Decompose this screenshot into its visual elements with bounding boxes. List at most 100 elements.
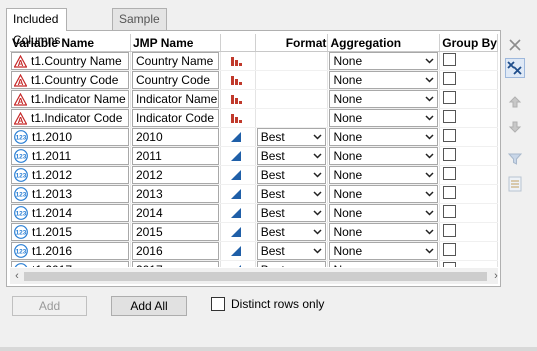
variable-name-cell[interactable]: 123 t1.2010 (11, 128, 129, 146)
group-by-checkbox[interactable] (443, 72, 457, 85)
aggregation-select[interactable]: None (329, 223, 439, 241)
aggregation-select[interactable]: None (329, 71, 439, 89)
format-select[interactable]: Best (256, 185, 327, 203)
table-row[interactable]: 123 t1.2013 2013 Best None (10, 184, 498, 204)
jmp-name-input[interactable]: 2013 (131, 185, 219, 203)
variable-name-cell[interactable]: 123 t1.2014 (11, 204, 129, 222)
horizontal-scrollbar[interactable]: ‹ › (10, 268, 498, 284)
table-row[interactable]: 123 t1.2016 2016 Best None (10, 241, 498, 261)
group-by-checkbox[interactable] (443, 167, 457, 180)
properties-icon[interactable] (505, 174, 525, 194)
continuous-icon[interactable] (221, 186, 254, 203)
continuous-icon[interactable] (221, 167, 254, 184)
variable-name-cell[interactable]: 123t1.2017 (11, 261, 129, 267)
group-by-checkbox[interactable] (443, 205, 457, 218)
aggregation-select[interactable]: None (329, 261, 439, 267)
jmp-name-input[interactable]: 2011 (131, 147, 219, 165)
format-select[interactable]: Best (256, 223, 327, 241)
scroll-right-icon[interactable]: › (490, 269, 502, 283)
table-row[interactable]: At1.Country Code Country Code None (10, 70, 498, 90)
variable-name-cell[interactable]: 123 t1.2015 (11, 223, 129, 241)
format-select[interactable]: Best (256, 242, 327, 260)
add-button[interactable]: Add (12, 296, 87, 316)
group-by-checkbox[interactable] (443, 53, 457, 66)
header-jmp-name[interactable]: JMP Name (130, 34, 221, 52)
tab-sample[interactable]: Sample (112, 8, 167, 30)
scroll-left-icon[interactable]: ‹ (11, 269, 23, 283)
jmp-name-input[interactable]: 2016 (131, 242, 219, 260)
move-up-icon[interactable] (505, 92, 525, 112)
jmp-name-input[interactable]: 2012 (131, 166, 219, 184)
jmp-name-input[interactable]: Country Code (131, 71, 219, 89)
nominal-icon[interactable] (221, 110, 254, 127)
filter-icon[interactable] (505, 149, 525, 169)
nominal-icon[interactable] (221, 91, 254, 108)
group-by-checkbox[interactable] (443, 148, 457, 161)
format-select[interactable]: Best (256, 261, 327, 267)
jmp-name-input[interactable]: 2015 (131, 223, 219, 241)
format-select[interactable]: Best (256, 147, 327, 165)
jmp-name-input[interactable]: 2014 (131, 204, 219, 222)
header-aggregation[interactable]: Aggregation (327, 34, 441, 52)
variable-name-cell[interactable]: 123 t1.2011 (11, 147, 129, 165)
aggregation-select[interactable]: None (329, 90, 439, 108)
move-down-icon[interactable] (505, 117, 525, 137)
aggregation-select[interactable]: None (329, 204, 439, 222)
group-by-checkbox[interactable] (443, 110, 457, 123)
continuous-icon[interactable] (221, 262, 254, 267)
table-row[interactable]: 123t1.2017 2017 Best None (10, 260, 498, 267)
table-row[interactable]: 123 t1.2010 2010 Best None (10, 127, 498, 147)
continuous-icon[interactable] (221, 148, 254, 165)
group-by-checkbox[interactable] (443, 243, 457, 256)
group-by-checkbox[interactable] (443, 262, 457, 267)
table-row[interactable]: 123 t1.2011 2011 Best None (10, 146, 498, 166)
nominal-icon[interactable] (221, 72, 254, 89)
distinct-rows-option[interactable]: Distinct rows only (211, 297, 324, 311)
continuous-icon[interactable] (221, 205, 254, 222)
jmp-name-input[interactable]: Indicator Code (131, 109, 219, 127)
jmp-name-input[interactable]: 2017 (131, 261, 219, 267)
distinct-rows-checkbox[interactable] (211, 297, 225, 311)
aggregation-select[interactable]: None (329, 147, 439, 165)
continuous-icon[interactable] (221, 224, 254, 241)
remove-all-icon[interactable] (505, 58, 525, 78)
table-row[interactable]: 123 t1.2012 2012 Best None (10, 165, 498, 185)
continuous-icon[interactable] (221, 129, 254, 146)
nominal-icon[interactable] (221, 53, 254, 70)
format-select[interactable]: Best (256, 166, 327, 184)
format-select[interactable]: Best (256, 128, 327, 146)
aggregation-select[interactable]: None (329, 109, 439, 127)
variable-name-cell[interactable]: At1.Indicator Code (11, 109, 129, 127)
group-by-checkbox[interactable] (443, 129, 457, 142)
table-row[interactable]: 123 t1.2014 2014 Best None (10, 203, 498, 223)
variable-name-cell[interactable]: 123 t1.2016 (11, 242, 129, 260)
header-format[interactable]: Format (255, 34, 329, 52)
jmp-name-input[interactable]: Country Name (131, 52, 219, 70)
header-group-by[interactable]: Group By (439, 34, 498, 52)
variable-name-cell[interactable]: 123 t1.2013 (11, 185, 129, 203)
group-by-checkbox[interactable] (443, 91, 457, 104)
table-row[interactable]: At1.Indicator Name Indicator Name None (10, 89, 498, 109)
variable-name-cell[interactable]: At1.Country Name (11, 52, 129, 70)
aggregation-select[interactable]: None (329, 52, 439, 70)
table-row[interactable]: At1.Indicator Code Indicator Code None (10, 108, 498, 128)
variable-name-cell[interactable]: 123 t1.2012 (11, 166, 129, 184)
aggregation-select[interactable]: None (329, 128, 439, 146)
format-select[interactable]: Best (256, 204, 327, 222)
variable-name-cell[interactable]: At1.Country Code (11, 71, 129, 89)
scrollbar-thumb[interactable] (24, 272, 487, 281)
aggregation-select[interactable]: None (329, 242, 439, 260)
table-row[interactable]: 123 t1.2015 2015 Best None (10, 222, 498, 242)
header-modeling-type[interactable] (220, 34, 256, 52)
jmp-name-input[interactable]: Indicator Name (131, 90, 219, 108)
jmp-name-input[interactable]: 2010 (131, 128, 219, 146)
group-by-checkbox[interactable] (443, 224, 457, 237)
aggregation-select[interactable]: None (329, 185, 439, 203)
continuous-icon[interactable] (221, 243, 254, 260)
aggregation-select[interactable]: None (329, 166, 439, 184)
variable-name-cell[interactable]: At1.Indicator Name (11, 90, 129, 108)
group-by-checkbox[interactable] (443, 186, 457, 199)
tab-included-columns[interactable]: Included Columns (6, 8, 68, 47)
add-all-button[interactable]: Add All (111, 296, 187, 316)
table-row[interactable]: At1.Country Name Country Name None (10, 51, 498, 71)
